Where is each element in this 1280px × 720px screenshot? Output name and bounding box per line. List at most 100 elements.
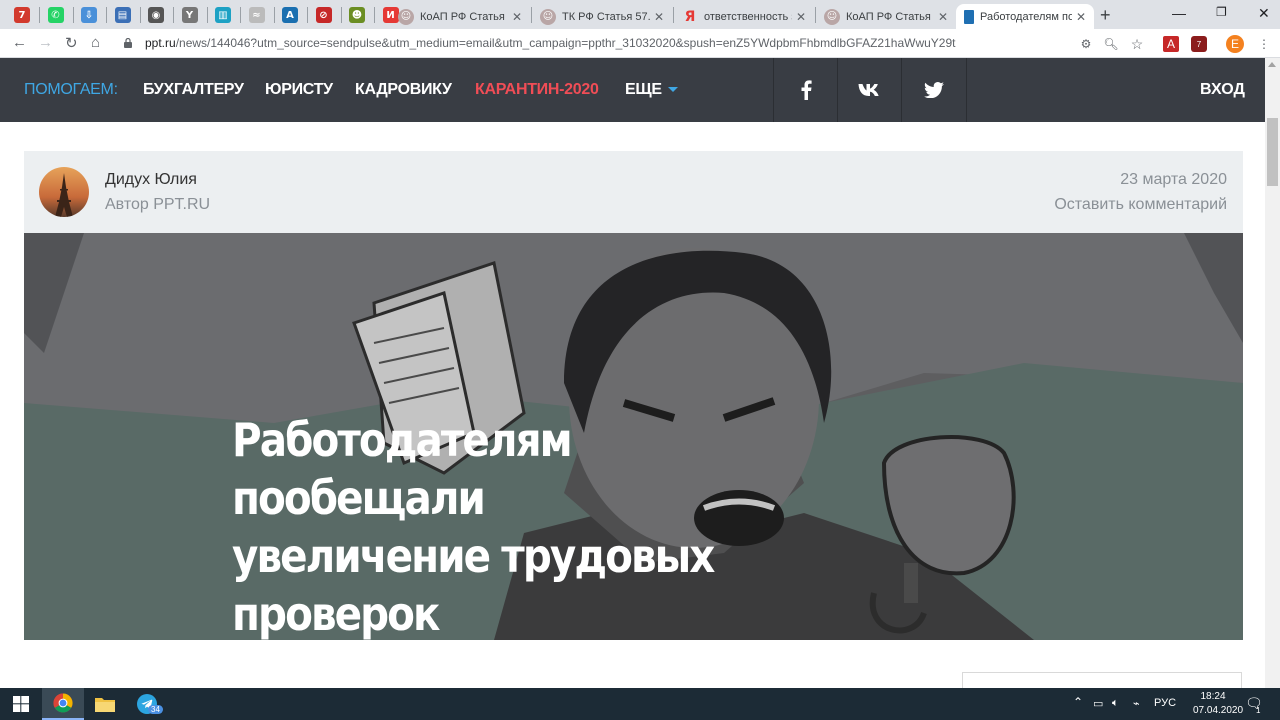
scroll-up-arrow-icon[interactable] <box>1268 62 1276 67</box>
windows-taskbar: 34 ⌃ ▭ 🔈︎ ⌁ РУС 18:24 07.04.2020 🗨︎ 1 <box>0 688 1280 720</box>
shield-extension-icon[interactable]: 7 <box>1191 36 1207 52</box>
close-tab-icon[interactable]: ✕ <box>938 10 948 24</box>
author-avatar[interactable] <box>39 167 89 217</box>
article-title-line: проверок <box>232 587 441 640</box>
nav-more[interactable]: ЕЩЕ <box>625 81 678 99</box>
pinned-tab[interactable]: A <box>279 4 301 26</box>
author-role: Автор PPT.RU <box>105 196 211 213</box>
back-button[interactable]: ← <box>12 34 27 51</box>
tab-title: КоАП РФ Статья 20 <box>846 10 934 23</box>
article-title: Работодателям пообещали увеличение трудо… <box>232 411 725 640</box>
site-header: ПОМОГАЕМ: БУХГАЛТЕРУ ЮРИСТУ КАДРОВИКУ КА… <box>0 58 1265 122</box>
article-title-line: увеличение трудовых <box>232 529 715 583</box>
tab-divider <box>72 7 74 23</box>
article-title-line: Работодателям пообещали <box>232 413 573 525</box>
browser-tab-strip: 7✆⇩▤◉Y▥≈A⊘☻И ☺ КоАП РФ Статья 5.2 ✕ ☺ ТК… <box>0 0 1280 29</box>
pinned-tab[interactable]: ✆ <box>45 4 67 26</box>
profile-avatar[interactable]: E <box>1226 35 1244 53</box>
home-button[interactable]: ⌂ <box>91 34 100 51</box>
tab-divider <box>374 7 375 23</box>
tab-title: Работодателям по <box>980 10 1072 23</box>
tab-title: КоАП РФ Статья 5.2 <box>420 10 508 23</box>
windows-logo-icon <box>13 696 29 712</box>
no-sign-favicon: ⊘ <box>315 7 332 23</box>
nav-more-label: ЕЩЕ <box>625 81 662 98</box>
reload-button[interactable]: ↻ <box>65 34 78 52</box>
battery-icon[interactable]: ▭ <box>1093 697 1103 710</box>
input-language[interactable]: РУС <box>1154 697 1176 709</box>
clock-date: 07.04.2020 <box>1193 705 1244 716</box>
facebook-button[interactable] <box>773 58 837 122</box>
tray-chevron-up-icon[interactable]: ⌃ <box>1073 695 1083 709</box>
menu-kebab-icon[interactable]: ⋮ <box>1256 36 1272 52</box>
vk-button[interactable] <box>837 58 901 122</box>
taskbar-explorer[interactable] <box>84 688 126 720</box>
maximize-button[interactable]: ❐ <box>1216 5 1227 19</box>
start-button[interactable] <box>0 688 42 720</box>
translate-icon[interactable]: ⚙ <box>1078 36 1094 52</box>
tab-title: ответственность за <box>704 10 792 23</box>
speaker-icon[interactable]: 🔈︎ <box>1112 697 1119 710</box>
forward-button[interactable]: → <box>38 34 53 51</box>
nav-quarantine[interactable]: КАРАНТИН-2020 <box>475 81 599 99</box>
pinned-tab[interactable]: 7 <box>11 4 33 26</box>
close-tab-icon[interactable]: ✕ <box>796 10 806 24</box>
url-host: ppt.ru <box>145 36 176 50</box>
article-date: 23 марта 2020 <box>1120 171 1227 188</box>
taskbar-chrome[interactable] <box>42 688 84 720</box>
tab-title: ТК РФ Статья 57. Сс <box>562 10 650 23</box>
tab-divider <box>206 7 208 23</box>
pinned-tab[interactable]: ☻ <box>346 4 368 26</box>
taskbar-telegram[interactable]: 34 <box>126 688 168 720</box>
minimize-button[interactable]: — <box>1172 5 1186 21</box>
zoom-icon[interactable]: 🔍︎ <box>1103 36 1119 52</box>
tab-divider <box>240 7 241 23</box>
twitter-button[interactable] <box>901 58 965 122</box>
lock-icon[interactable] <box>124 38 132 48</box>
consultant-favicon: ☺ <box>824 8 840 25</box>
pinned-tab[interactable]: ⊘ <box>313 4 335 26</box>
article-hero: Работодателям пообещали увеличение трудо… <box>24 233 1243 640</box>
close-window-button[interactable]: ✕ <box>1258 5 1270 22</box>
system-clock[interactable]: 18:24 07.04.2020 <box>1193 690 1244 718</box>
close-tab-icon[interactable]: ✕ <box>1076 10 1086 24</box>
bookmark-star-icon[interactable]: ☆ <box>1129 36 1145 52</box>
scrollbar-thumb[interactable] <box>1267 118 1278 186</box>
clock-time: 18:24 <box>1200 691 1226 702</box>
browser-toolbar: ← → ↻ ⌂ ppt.ru/news/144046?utm_source=se… <box>0 29 1280 58</box>
pinned-tab[interactable]: ≈ <box>246 4 268 26</box>
pinned-tab[interactable]: Y <box>179 4 201 26</box>
close-tab-icon[interactable]: ✕ <box>512 10 522 24</box>
browser-tab[interactable]: ☺ ТК РФ Статья 57. Сс ✕ <box>532 4 672 29</box>
pinned-tab[interactable]: ▥ <box>212 4 234 26</box>
acrobat-extension-icon[interactable]: A <box>1163 36 1179 52</box>
nav-hr[interactable]: КАДРОВИКУ <box>355 81 452 99</box>
browser-tab[interactable]: ☺ КоАП РФ Статья 5.2 ✕ <box>390 4 530 29</box>
tab-divider <box>340 7 342 23</box>
nav-lawyer[interactable]: ЮРИСТУ <box>265 81 333 99</box>
pinned-tab[interactable]: ◉ <box>145 4 167 26</box>
author-name[interactable]: Дидух Юлия <box>105 171 197 189</box>
address-bar[interactable]: ppt.ru/news/144046?utm_source=sendpulse&… <box>145 36 955 50</box>
browser-tab-active[interactable]: Работодателям по ✕ <box>956 4 1094 29</box>
close-tab-icon[interactable]: ✕ <box>654 10 664 24</box>
tab-divider <box>273 7 275 23</box>
new-tab-button[interactable]: + <box>1100 5 1111 26</box>
nav-accountant[interactable]: БУХГАЛТЕРУ <box>143 81 244 99</box>
pinned-tab[interactable]: ▤ <box>112 4 134 26</box>
twitter-icon <box>923 82 944 98</box>
telegram-badge: 34 <box>148 705 163 714</box>
chart-favicon: ▥ <box>215 7 231 23</box>
browser-tab[interactable]: ☺ КоАП РФ Статья 20 ✕ <box>816 4 956 29</box>
browser-tab[interactable]: Я ответственность за ✕ <box>674 4 814 29</box>
login-link[interactable]: ВХОД <box>1200 81 1245 99</box>
pinned-tab[interactable]: ⇩ <box>78 4 100 26</box>
author-photo <box>39 167 89 217</box>
leave-comment-link[interactable]: Оставить комментарий <box>1054 196 1227 214</box>
sync-favicon: ≈ <box>248 7 265 23</box>
tab-divider <box>307 7 308 23</box>
network-icon[interactable]: ⌁ <box>1133 697 1140 710</box>
social-divider <box>966 58 967 122</box>
download-favicon: ⇩ <box>81 7 97 23</box>
vk-icon <box>858 84 879 96</box>
